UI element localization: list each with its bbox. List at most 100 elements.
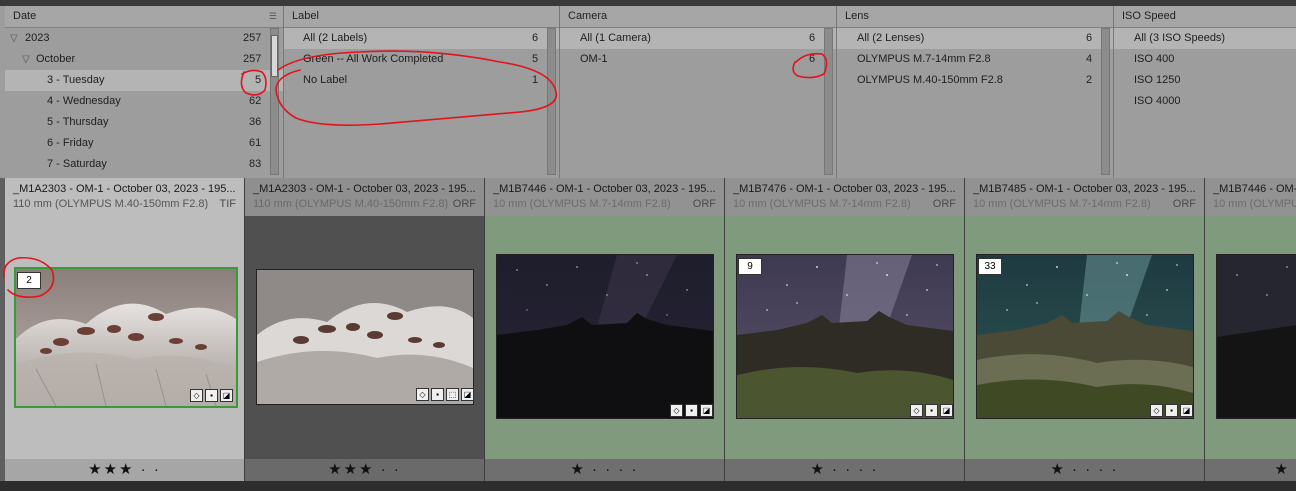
star-rating[interactable]: ★ · · · · (485, 459, 724, 481)
column-menu-icon[interactable]: ☰ (269, 6, 277, 27)
photo-cell-header: _M1A2303 - OM-1 - October 03, 2023 - 195… (5, 178, 244, 216)
date-row-day[interactable]: 4 - Wednesday 62 (5, 91, 283, 112)
keyword-icon: ◇ (416, 388, 429, 401)
lens-row-label: All (2 Lenses) (857, 32, 925, 44)
edited-icon: ◪ (700, 404, 713, 417)
photo-index: 2 (17, 272, 41, 289)
label-row-label: Green -- All Work Completed (303, 53, 444, 65)
label-row-count: 6 (532, 32, 539, 44)
photo-thumbnail[interactable] (736, 254, 954, 419)
camera-row-label: OM-1 (580, 53, 608, 65)
star-rating[interactable]: ★ · · · · (965, 459, 1204, 481)
lens-scrollbar[interactable] (1101, 28, 1110, 175)
label-row[interactable]: Green -- All Work Completed 5 (284, 49, 559, 70)
crop-icon: ⬚ (446, 388, 459, 401)
star-rating[interactable]: ★★★ · · (5, 459, 244, 481)
lens-column-header[interactable]: Lens (837, 6, 1113, 28)
photo-cell[interactable]: _M1B7485 - OM-1 - October 03, 2023 - 195… (965, 178, 1205, 481)
star-rating-value: ★ (1274, 461, 1290, 478)
date-scrollbar[interactable] (270, 28, 279, 175)
scrollbar-thumb[interactable] (271, 35, 278, 77)
label-row[interactable]: All (2 Labels) 6 (284, 28, 559, 49)
photo-cell[interactable]: _M1B7446 - OM-1 - October 03, 2023 - 195… (1205, 178, 1296, 481)
star-rating[interactable]: ★★★ · · (245, 459, 484, 481)
lens-row[interactable]: OLYMPUS M.40-150mm F2.8 2 (837, 70, 1113, 91)
triangle-down-icon[interactable]: ▽ (22, 49, 30, 70)
date-row-day[interactable]: 7 - Saturday 83 (5, 154, 283, 175)
night-sky-image (1217, 255, 1296, 418)
star-rating[interactable]: ★ · · · · (725, 459, 964, 481)
iso-row[interactable]: ISO 400 (1114, 49, 1296, 70)
lens-row-label: OLYMPUS M.40-150mm F2.8 (857, 74, 1003, 86)
date-row-month[interactable]: ▽ October 257 (5, 49, 283, 70)
date-row-label: 7 - Saturday (47, 158, 107, 170)
lens-row-count: 2 (1086, 74, 1093, 86)
photo-badges: ◇ ▪ ⬚ ◪ (416, 388, 474, 401)
camera-row[interactable]: OM-1 6 (560, 49, 836, 70)
iso-column-header[interactable]: ISO Speed (1114, 6, 1296, 28)
iso-column: ISO Speed All (3 ISO Speeds) ISO 400 ISO… (1114, 6, 1296, 178)
date-row-count: 257 (243, 53, 262, 65)
camera-row-label: All (1 Camera) (580, 32, 651, 44)
photo-thumbnail[interactable] (256, 269, 474, 405)
photo-cell-header: _M1B7476 - OM-1 - October 03, 2023 - 195… (725, 178, 964, 216)
photo-thumbnail[interactable] (1216, 254, 1296, 419)
date-row-label: 6 - Friday (47, 137, 94, 149)
photo-title: _M1A2303 - OM-1 - October 03, 2023 - 195… (13, 183, 236, 195)
iso-row[interactable]: ISO 4000 (1114, 91, 1296, 112)
comment-icon: ▪ (925, 404, 938, 417)
photo-subtitle: 10 mm (OLYMPUS M.7-14mm F2.8) (493, 198, 671, 210)
photo-thumbnail[interactable] (496, 254, 714, 419)
photo-title: _M1B7446 - OM-1 - October 03, 2023 - 195… (493, 183, 716, 195)
milky-way-image (737, 255, 953, 418)
date-row-day[interactable]: 3 - Tuesday 5 (5, 70, 283, 91)
photo-badges: ◇ ▪ ◪ (1150, 404, 1193, 417)
photo-cell[interactable]: _M1A2303 - OM-1 - October 03, 2023 - 195… (5, 178, 245, 481)
date-column-title: Date (13, 10, 37, 22)
photo-index: 33 (978, 258, 1002, 275)
keyword-icon: ◇ (190, 389, 203, 402)
label-row-label: All (2 Labels) (303, 32, 368, 44)
photo-cell[interactable]: _M1A2303 - OM-1 - October 03, 2023 - 195… (245, 178, 485, 481)
iso-row[interactable]: ISO 1250 (1114, 70, 1296, 91)
iso-row-label: All (3 ISO Speeds) (1134, 32, 1226, 44)
lens-row[interactable]: OLYMPUS M.7-14mm F2.8 4 (837, 49, 1113, 70)
camera-row[interactable]: All (1 Camera) 6 (560, 28, 836, 49)
photo-badges: ◇ ▪ ◪ (910, 404, 953, 417)
photo-filetype: ORF (692, 198, 716, 210)
photo-badges: ◇ ▪ ◪ (190, 389, 233, 402)
date-row-count: 83 (249, 158, 262, 170)
label-row[interactable]: No Label 1 (284, 70, 559, 91)
photo-filetype: ORF (932, 198, 956, 210)
camera-column-header[interactable]: Camera (560, 6, 836, 28)
date-row-label: 3 - Tuesday (47, 74, 105, 86)
photo-title: _M1B7476 - OM-1 - October 03, 2023 - 195… (733, 183, 956, 195)
date-column-header[interactable]: Date ☰ (5, 6, 283, 28)
date-row-year[interactable]: ▽ 2023 257 (5, 28, 283, 49)
label-column: Label All (2 Labels) 6 Green -- All Work… (284, 6, 560, 178)
star-rating[interactable]: ★ (1205, 459, 1296, 481)
photo-cell-header: _M1B7485 - OM-1 - October 03, 2023 - 195… (965, 178, 1204, 216)
lens-row-count: 4 (1086, 53, 1093, 65)
date-row-day[interactable]: 6 - Friday 61 (5, 133, 283, 154)
photo-cell[interactable]: _M1B7446 - OM-1 - October 03, 2023 - 195… (485, 178, 725, 481)
date-row-day[interactable]: 5 - Thursday 36 (5, 112, 283, 133)
photo-cell-header: _M1A2303 - OM-1 - October 03, 2023 - 195… (245, 178, 484, 216)
date-row-count: 36 (249, 116, 262, 128)
iso-column-title: ISO Speed (1122, 10, 1176, 22)
photo-thumbnail[interactable] (976, 254, 1194, 419)
rock-hoodoo-image (16, 269, 236, 406)
triangle-down-icon[interactable]: ▽ (10, 28, 18, 49)
lens-row[interactable]: All (2 Lenses) 6 (837, 28, 1113, 49)
iso-row-label: ISO 1250 (1134, 74, 1181, 86)
photo-cell[interactable]: _M1B7476 - OM-1 - October 03, 2023 - 195… (725, 178, 965, 481)
metadata-filter-bar: Date ☰ ▽ 2023 257 ▽ October 257 3 - Tues… (0, 0, 1296, 178)
photo-filetype: ORF (1172, 198, 1196, 210)
camera-scrollbar[interactable] (824, 28, 833, 175)
iso-row[interactable]: All (3 ISO Speeds) (1114, 28, 1296, 49)
photo-thumbnail[interactable] (14, 267, 238, 408)
label-scrollbar[interactable] (547, 28, 556, 175)
label-column-header[interactable]: Label (284, 6, 559, 28)
thumbnail-grid: _M1A2303 - OM-1 - October 03, 2023 - 195… (0, 178, 1296, 481)
keyword-icon: ◇ (910, 404, 923, 417)
